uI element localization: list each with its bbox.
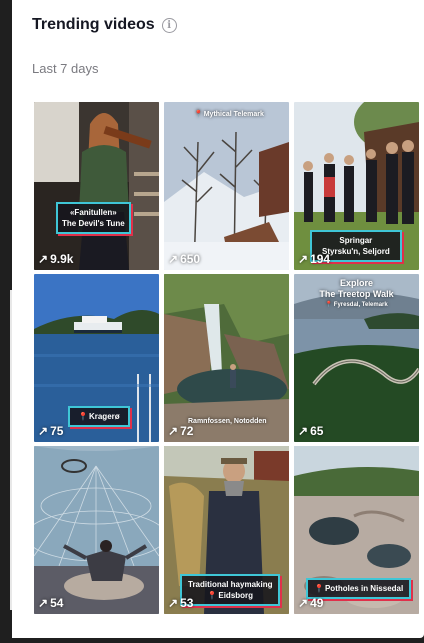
view-count: ↗ 49 [298,596,323,610]
location-tag: Ramnfossen, Notodden [188,418,267,425]
video-caption: Explore The Treetop Walk 📍Fyresdal, Tele… [294,278,419,311]
map-pin-icon: 📍 [314,584,324,593]
view-count-value: 75 [50,424,64,438]
trending-arrow-icon: ↗ [38,424,49,438]
map-pin-icon: 📍 [78,412,88,421]
caption-text: Eidsborg [218,591,254,600]
view-count-value: 53 [180,596,194,610]
view-count: ↗ 650 [168,252,200,266]
location-label: Fyresdal, Telemark [333,302,388,308]
caption-line: The Devil's Tune [62,219,125,228]
page-title: Trending videos [32,16,155,33]
video-grid: «Fanitullen» The Devil's Tune ↗ 9.9k 📍Myt… [34,102,419,614]
caption-line: Styrsku'n, Seljord [322,247,390,256]
trending-arrow-icon: ↗ [298,252,309,266]
video-thumbnail-8[interactable]: Traditional haymaking 📍Eidsborg ↗ 53 [164,446,289,614]
view-count-value: 9.9k [50,252,74,266]
trending-arrow-icon: ↗ [38,596,49,610]
trending-videos-card: Trending videos i Last 7 days «Fanitulle… [12,0,424,638]
info-icon[interactable]: i [161,17,177,33]
video-caption: Traditional haymaking 📍Eidsborg [180,574,281,606]
caption-line: Springar [339,236,373,245]
view-count: ↗ 54 [38,596,63,610]
video-thumbnail-9[interactable]: 📍Potholes in Nissedal ↗ 49 [294,446,419,614]
view-count: ↗ 72 [168,424,193,438]
video-thumbnail-image [34,102,159,270]
video-thumbnail-4[interactable]: 📍Kragerø ↗ 75 [34,274,159,442]
view-count: ↗ 75 [38,424,63,438]
video-thumbnail-image [34,446,159,614]
view-count: ↗ 65 [298,424,323,438]
map-pin-icon: 📍 [207,591,218,600]
view-count-value: 72 [180,424,194,438]
view-count-value: 194 [310,252,331,266]
location-tag: 📍Fyresdal, Telemark [294,300,419,311]
trending-arrow-icon: ↗ [168,596,179,610]
video-thumbnail-6[interactable]: Explore The Treetop Walk 📍Fyresdal, Tele… [294,274,419,442]
caption-line: 📍Potholes in Nissedal [314,583,403,594]
video-caption: 📍Kragerø [68,406,130,427]
view-count: ↗ 53 [168,596,193,610]
video-thumbnail-2[interactable]: 📍Mythical Telemark ↗ 650 [164,102,289,270]
video-thumbnail-7[interactable]: ↗ 54 [34,446,159,614]
period-label: Last 7 days [32,61,99,76]
trending-arrow-icon: ↗ [168,424,179,438]
caption-text: Potholes in Nissedal [324,584,404,593]
trending-arrow-icon: ↗ [298,596,309,610]
location-tag: 📍Mythical Telemark [194,110,264,118]
background-edge [0,0,12,643]
view-count-value: 54 [50,596,64,610]
video-thumbnail-image [164,274,289,442]
video-thumbnail-1[interactable]: «Fanitullen» The Devil's Tune ↗ 9.9k [34,102,159,270]
view-count: ↗ 194 [298,252,330,266]
view-count-value: 49 [310,596,324,610]
header: Trending videos i [32,16,177,34]
video-thumbnail-3[interactable]: Springar Styrsku'n, Seljord ↗ 194 [294,102,419,270]
view-count-value: 650 [180,252,201,266]
view-count-value: 65 [310,424,324,438]
map-pin-icon: 📍 [325,302,333,308]
location-label: Ramnfossen, Notodden [188,418,267,425]
location-label: Mythical Telemark [203,111,264,118]
caption-line: 📍Kragerø [78,411,120,422]
video-caption: «Fanitullen» The Devil's Tune [56,202,131,234]
video-thumbnail-5[interactable]: Ramnfossen, Notodden ↗ 72 [164,274,289,442]
caption-line: 📍Eidsborg [188,590,272,601]
caption-line: Traditional haymaking [188,580,273,589]
caption-line: «Fanitullen» [69,208,117,217]
video-thumbnail-image [164,102,289,270]
trending-arrow-icon: ↗ [298,424,309,438]
caption-text: Kragerø [88,412,120,421]
caption-line: The Treetop Walk [319,289,394,299]
map-pin-icon: 📍 [194,111,203,118]
view-count: ↗ 9.9k [38,252,73,266]
caption-line: Explore [339,278,373,288]
trending-arrow-icon: ↗ [168,252,179,266]
trending-arrow-icon: ↗ [38,252,49,266]
